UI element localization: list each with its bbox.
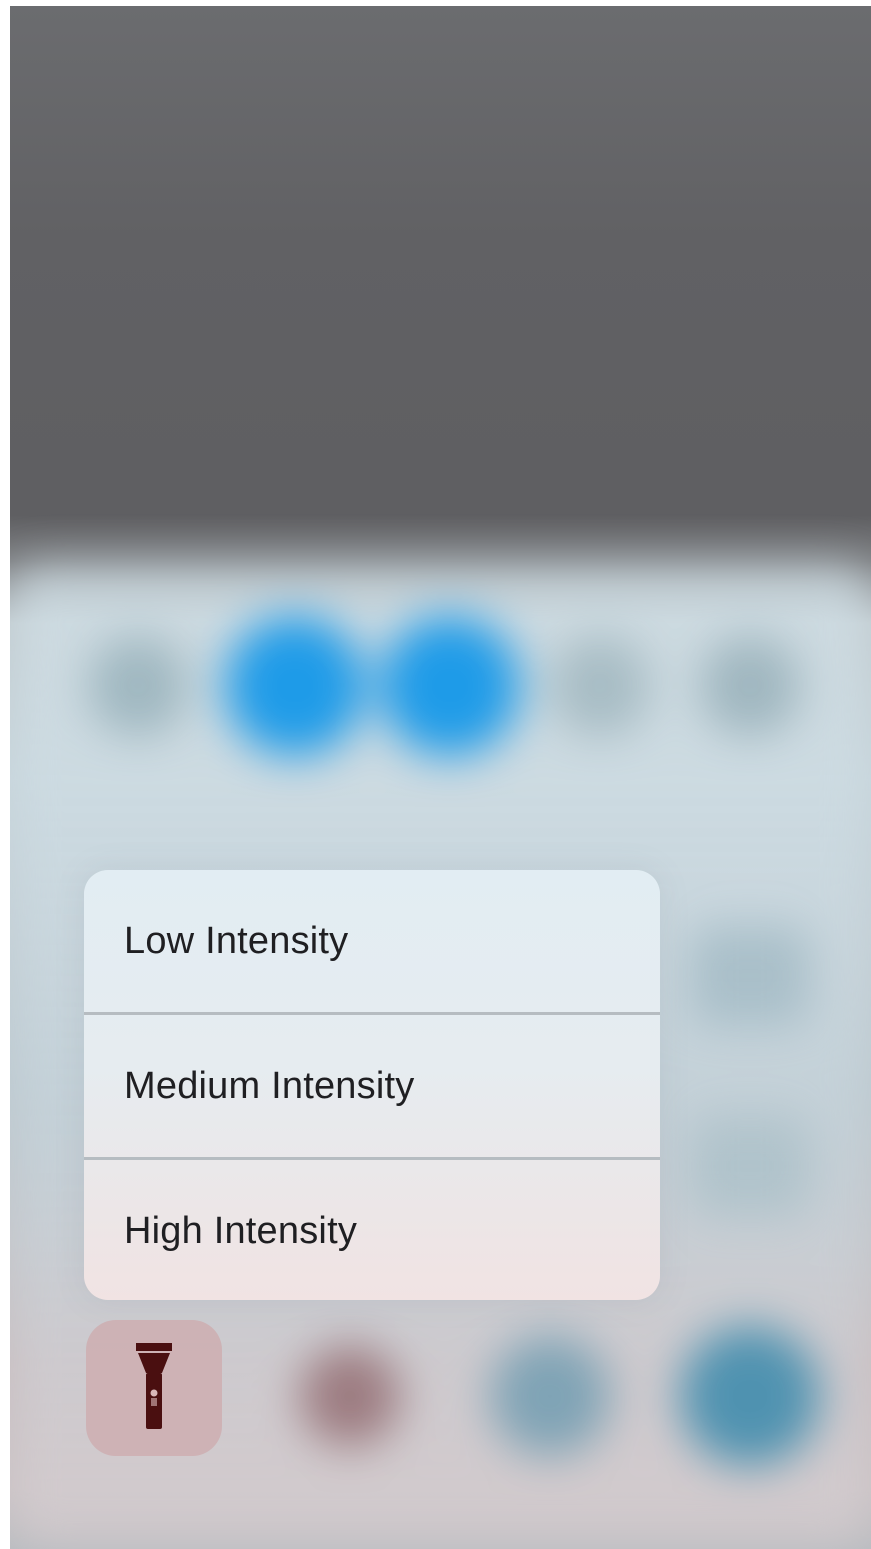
wifi-toggle-blurred [225,616,365,756]
low-intensity-label: Low Intensity [124,919,349,962]
timer-button-blurred [300,1346,400,1446]
medium-intensity-label: Medium Intensity [124,1064,415,1107]
bluetooth-toggle-blurred [380,616,520,756]
airplay-blurred [690,926,810,1026]
high-intensity-label: High Intensity [124,1209,358,1252]
blurred-background [10,6,871,1549]
flashlight-icon [136,1343,172,1429]
flashlight-button[interactable] [86,1320,222,1456]
calculator-button-blurred [490,1336,610,1456]
camera-button-blurred [680,1326,820,1466]
control-center-screen: Low Intensity Medium Intensity High Inte… [10,6,871,1549]
airplane-toggle-blurred [88,636,188,736]
low-intensity-option[interactable]: Low Intensity [84,870,660,1012]
dnd-toggle-blurred [550,636,650,736]
high-intensity-option[interactable]: High Intensity [84,1160,660,1300]
nightshift-blurred [690,1116,810,1216]
rotation-lock-toggle-blurred [700,636,800,736]
medium-intensity-option[interactable]: Medium Intensity [84,1015,660,1157]
flashlight-intensity-menu: Low Intensity Medium Intensity High Inte… [84,870,660,1300]
